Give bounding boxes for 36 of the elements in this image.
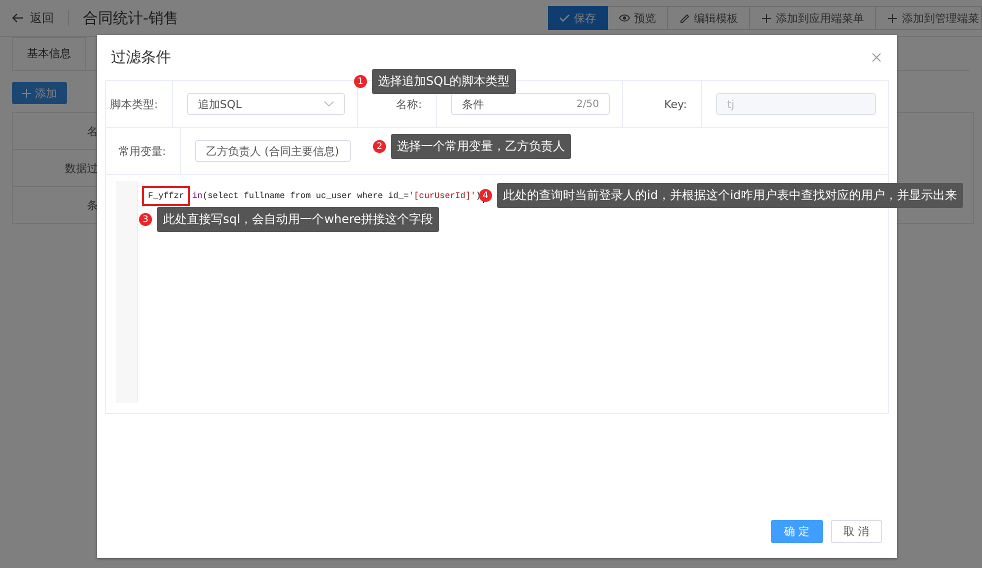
confirm-button[interactable]: 确 定 <box>771 520 822 543</box>
add-button[interactable]: 添加 <box>12 82 67 104</box>
select-field[interactable]: 追加SQL <box>186 93 345 115</box>
field-label: 常用变量: <box>118 144 166 158</box>
annotation-tooltip: 此处的查询时当前登录人的id，并根据这个id咋用户表中查找对应的用户，并显示出来 <box>497 183 963 208</box>
toolbar-button[interactable]: 添加到管理端菜 <box>876 6 982 30</box>
annotation-tooltip: 此处直接写sql，会自动用一个where拼接这个字段 <box>157 207 440 232</box>
tab[interactable]: 基本信息 <box>12 37 86 70</box>
toolbar-button[interactable]: 添加到应用端菜单 <box>750 6 876 30</box>
back-link[interactable]: 返回 <box>12 10 54 26</box>
character-counter: 2/50 <box>576 98 599 110</box>
cancel-button[interactable]: 取 消 <box>830 520 882 543</box>
toolbar-button[interactable]: 预览 <box>608 6 668 30</box>
check-icon <box>559 13 570 23</box>
annotation-tooltip: 选择一个常用变量，乙方负责人 <box>391 134 571 159</box>
plus-icon <box>887 13 898 23</box>
pen-icon <box>679 13 690 23</box>
page-title: 合同统计-销售 <box>83 8 178 28</box>
field-label: Key: <box>664 98 687 110</box>
plus-icon <box>761 13 772 23</box>
chevron-down-icon <box>324 101 334 107</box>
toolbar-button[interactable]: 编辑模板 <box>668 6 750 30</box>
eye-icon <box>619 13 630 23</box>
field-label: 数据过 <box>65 160 98 176</box>
select-field[interactable]: 乙方负责人 (合同主要信息) <box>195 140 351 162</box>
annotation-tooltip: 选择追加SQL的脚本类型 <box>372 69 516 94</box>
close-button[interactable] <box>870 51 883 64</box>
close-icon <box>872 53 881 62</box>
field-label: 名称: <box>396 96 422 112</box>
dialog-title: 过滤条件 <box>111 48 171 67</box>
toolbar-button[interactable]: 保存 <box>548 6 608 30</box>
field-label: 脚本类型: <box>110 96 158 112</box>
field-label: 名 <box>87 124 98 138</box>
field-label: 条 <box>87 198 98 212</box>
arrow-left-icon <box>12 13 24 23</box>
plus-icon <box>22 88 31 98</box>
